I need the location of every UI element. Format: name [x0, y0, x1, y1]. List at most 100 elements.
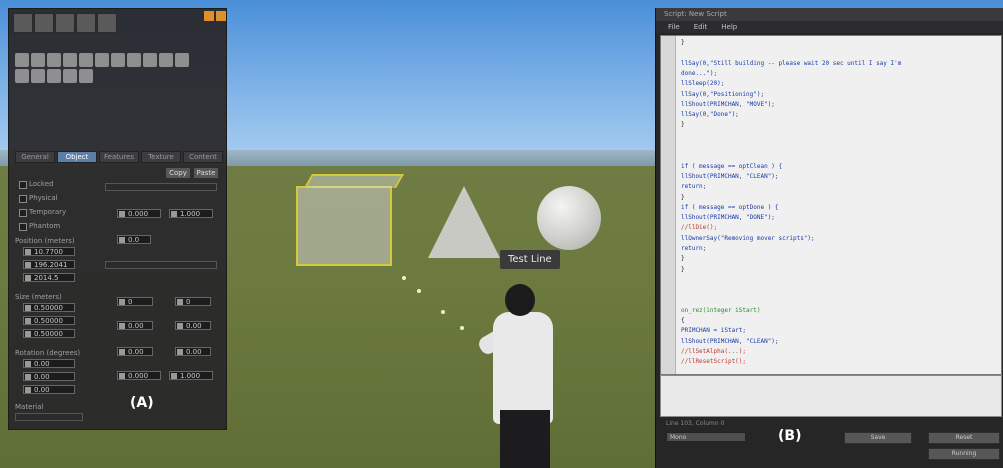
- shape-icon[interactable]: [159, 53, 173, 67]
- code-line[interactable]: }: [681, 39, 685, 46]
- menu-file[interactable]: File: [668, 21, 680, 33]
- material-dropdown[interactable]: [15, 413, 83, 421]
- minimize-icon[interactable]: [204, 11, 214, 21]
- code-line[interactable]: llSay(0,"Done");: [681, 111, 739, 118]
- code-line[interactable]: on_rez(integer iStart): [681, 307, 760, 314]
- code-line[interactable]: done...");: [681, 70, 717, 77]
- shape-icon[interactable]: [31, 69, 45, 83]
- shape-icon[interactable]: [79, 69, 93, 83]
- code-line[interactable]: llSleep(20);: [681, 80, 724, 87]
- twist-begin-field[interactable]: 0: [117, 297, 153, 306]
- sphere-prim[interactable]: [537, 186, 601, 250]
- menu-edit[interactable]: Edit: [694, 21, 708, 33]
- tab-texture[interactable]: Texture: [141, 151, 181, 163]
- shape-icon[interactable]: [175, 53, 189, 67]
- shape-icon[interactable]: [127, 53, 141, 67]
- paste-button[interactable]: Paste: [193, 167, 219, 179]
- shape-icon[interactable]: [95, 53, 109, 67]
- temporary-checkbox[interactable]: [19, 209, 27, 217]
- code-editor[interactable]: } llSay(0,"Still building -- please wait …: [660, 35, 1002, 375]
- taper-x-field[interactable]: 0.00: [117, 321, 153, 330]
- running-button[interactable]: Running: [928, 448, 1000, 460]
- figure-label-a: (A): [130, 395, 154, 411]
- code-line[interactable]: //llDie();: [681, 224, 717, 231]
- avatar-body[interactable]: [493, 312, 553, 424]
- rotation-x-field[interactable]: 0.00: [23, 359, 75, 368]
- position-z-field[interactable]: 2014.5: [23, 273, 75, 282]
- path-cut-begin-field[interactable]: 0.000: [117, 209, 161, 218]
- code-line[interactable]: //llResetScript();: [681, 358, 746, 365]
- temporary-label: Temporary: [29, 208, 67, 216]
- tab-content[interactable]: Content: [183, 151, 223, 163]
- menu-bar: File Edit Help: [656, 21, 1003, 33]
- code-line[interactable]: llShout(PRIMCHAN, "CLEAN");: [681, 173, 779, 180]
- path-cut-end-field[interactable]: 1.000: [169, 209, 213, 218]
- menu-help[interactable]: Help: [721, 21, 737, 33]
- tab-object[interactable]: Object: [57, 151, 97, 163]
- code-line[interactable]: llShout(PRIMCHAN, "DONE");: [681, 214, 775, 221]
- code-line[interactable]: llOwnerSay("Removing mover scripts");: [681, 235, 815, 242]
- shape-icon[interactable]: [111, 53, 125, 67]
- code-line[interactable]: }: [681, 194, 685, 201]
- pyramid-prim[interactable]: [428, 186, 500, 258]
- physical-checkbox[interactable]: [19, 195, 27, 203]
- top-shear-x-field[interactable]: 0.00: [117, 347, 153, 356]
- create-icon[interactable]: [97, 13, 117, 33]
- building-block-dropdown[interactable]: [105, 183, 217, 191]
- code-line[interactable]: llSay(0,"Positioning");: [681, 91, 764, 98]
- hollow-field[interactable]: 0.0: [117, 235, 151, 244]
- shape-icon[interactable]: [47, 53, 61, 67]
- code-line[interactable]: if ( message == optClean ) {: [681, 163, 782, 170]
- code-line[interactable]: return;: [681, 183, 706, 190]
- shape-icon[interactable]: [15, 53, 29, 67]
- twist-end-field[interactable]: 0: [175, 297, 211, 306]
- locked-label: Locked: [29, 180, 54, 188]
- size-x-field[interactable]: 0.50000: [23, 303, 75, 312]
- camera-icon[interactable]: [13, 13, 33, 33]
- tab-features[interactable]: Features: [99, 151, 139, 163]
- shape-icon[interactable]: [15, 69, 29, 83]
- code-line[interactable]: llShout(PRIMCHAN, "CLEAN");: [681, 338, 779, 345]
- scale-icon[interactable]: [76, 13, 96, 33]
- hollow-shape-dropdown[interactable]: [105, 261, 217, 269]
- rotation-z-field[interactable]: 0.00: [23, 385, 75, 394]
- slice-end-field[interactable]: 1.000: [169, 371, 213, 380]
- code-line[interactable]: PRIMCHAN = iStart;: [681, 327, 746, 334]
- code-line[interactable]: llSay(0,"Still building -- please wait 2…: [681, 60, 901, 67]
- rotation-y-field[interactable]: 0.00: [23, 372, 75, 381]
- selected-cube-prim[interactable]: [296, 186, 392, 266]
- close-icon[interactable]: [216, 11, 226, 21]
- slice-begin-field[interactable]: 0.000: [117, 371, 161, 380]
- save-button[interactable]: Save: [844, 432, 912, 444]
- mono-dropdown[interactable]: Mono: [666, 432, 746, 442]
- locked-checkbox[interactable]: [19, 181, 27, 189]
- tab-general[interactable]: General: [15, 151, 55, 163]
- taper-y-field[interactable]: 0.00: [175, 321, 211, 330]
- position-y-field[interactable]: 196.2041: [23, 260, 75, 269]
- shape-icon[interactable]: [63, 53, 77, 67]
- copy-button[interactable]: Copy: [165, 167, 191, 179]
- code-line[interactable]: }: [681, 266, 685, 273]
- code-line[interactable]: }: [681, 255, 685, 262]
- size-y-field[interactable]: 0.50000: [23, 316, 75, 325]
- shape-icon[interactable]: [47, 69, 61, 83]
- shape-icon[interactable]: [63, 69, 77, 83]
- reset-button[interactable]: Reset: [928, 432, 1000, 444]
- code-line[interactable]: return;: [681, 245, 706, 252]
- code-line[interactable]: }: [681, 121, 685, 128]
- phantom-checkbox[interactable]: [19, 223, 27, 231]
- avatar-head[interactable]: [505, 284, 535, 316]
- shape-icon[interactable]: [143, 53, 157, 67]
- move-icon[interactable]: [34, 13, 54, 33]
- code-line[interactable]: if ( message == optDone ) {: [681, 204, 779, 211]
- size-z-field[interactable]: 0.50000: [23, 329, 75, 338]
- code-line[interactable]: {: [681, 317, 685, 324]
- shape-icon[interactable]: [79, 53, 93, 67]
- position-x-field[interactable]: 10.7700: [23, 247, 75, 256]
- shape-icon[interactable]: [31, 53, 45, 67]
- code-line[interactable]: llShout(PRIMCHAN, "MOVE");: [681, 101, 775, 108]
- code-line[interactable]: //llSetAlpha(...);: [681, 348, 746, 355]
- top-shear-y-field[interactable]: 0.00: [175, 347, 211, 356]
- rotate-icon[interactable]: [55, 13, 75, 33]
- compile-output-area[interactable]: [660, 375, 1002, 417]
